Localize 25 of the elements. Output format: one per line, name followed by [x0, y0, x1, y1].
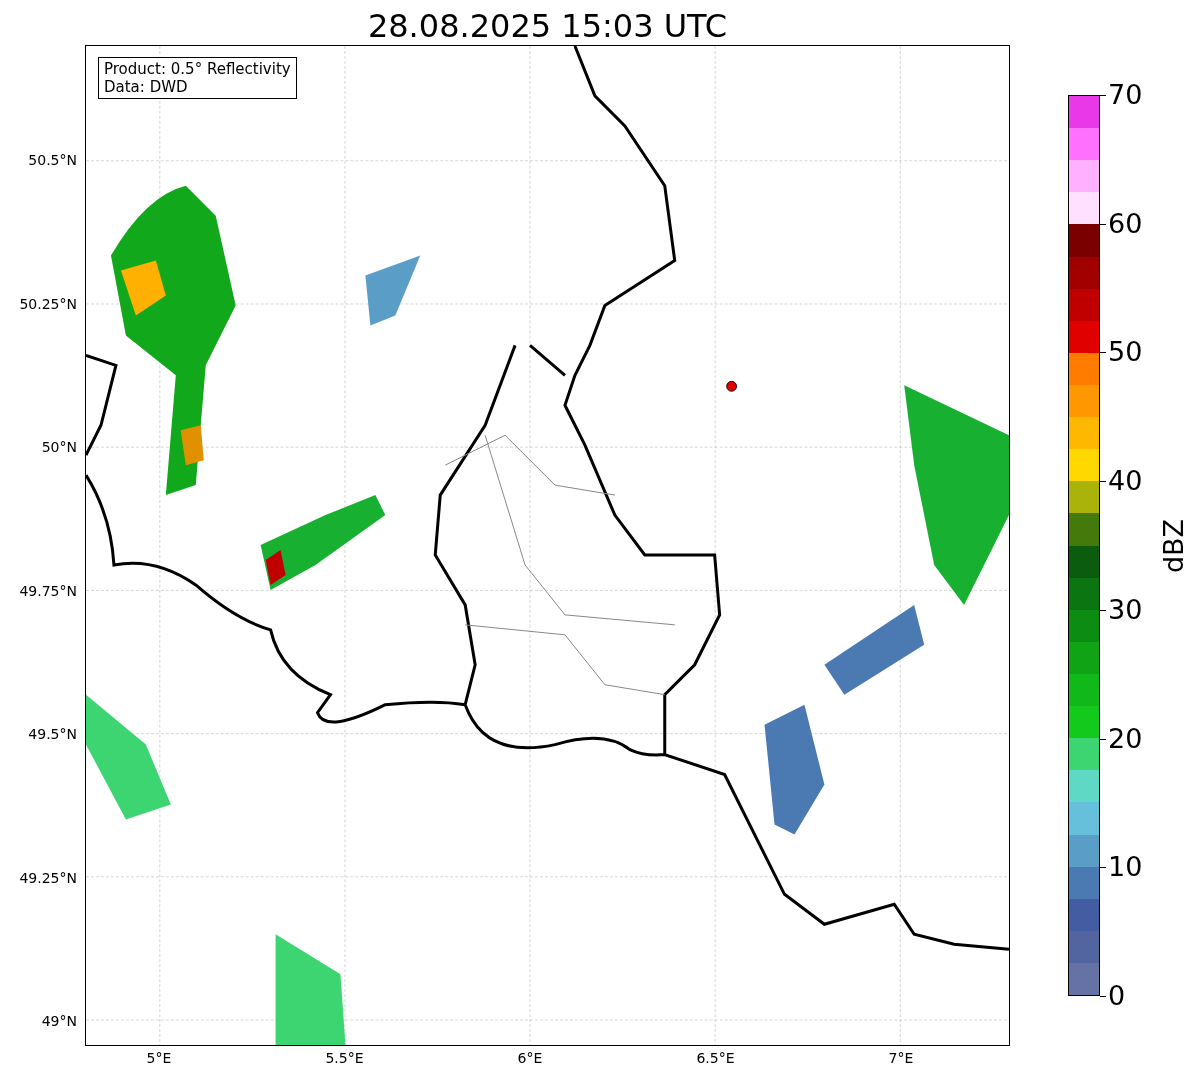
scale-label: 10 — [1108, 851, 1143, 884]
legend-text: Data: DWD — [104, 78, 189, 96]
scale-label: 0 — [1108, 980, 1126, 1012]
latitude-label: 49.5°N — [28, 726, 77, 742]
longitude-label: 6°E — [517, 1050, 543, 1066]
scale-label: 40 — [1108, 465, 1143, 498]
legend-text: Product: 0.5° Reflectivity — [104, 60, 291, 78]
tick-mark — [1100, 996, 1106, 997]
scale-label: 20 — [1108, 722, 1143, 755]
latitude-label: 49.25°N — [19, 869, 77, 886]
latitude-label: 50.25°N — [19, 295, 77, 312]
scale-label: 50 — [1108, 336, 1143, 369]
scale-label: 70 — [1108, 79, 1143, 111]
latitude-label: 50°N — [41, 439, 77, 455]
latitude-label: 49°N — [41, 1013, 77, 1029]
longitude-label: 5.5°E — [325, 1050, 364, 1066]
longitude-label: 5°E — [146, 1050, 172, 1066]
scale-label: 30 — [1108, 593, 1143, 626]
scale-unit-label: dBZ — [1158, 518, 1189, 573]
scale-label: 60 — [1108, 207, 1143, 240]
longitude-label: 6.5°E — [696, 1050, 735, 1066]
latitude-label: 49.75°N — [19, 582, 77, 599]
longitude-label: 7°E — [888, 1050, 914, 1066]
latitude-label: 50.5°N — [28, 152, 77, 168]
chart-title: 28.08.2025 15:03 UTC — [367, 7, 728, 45]
